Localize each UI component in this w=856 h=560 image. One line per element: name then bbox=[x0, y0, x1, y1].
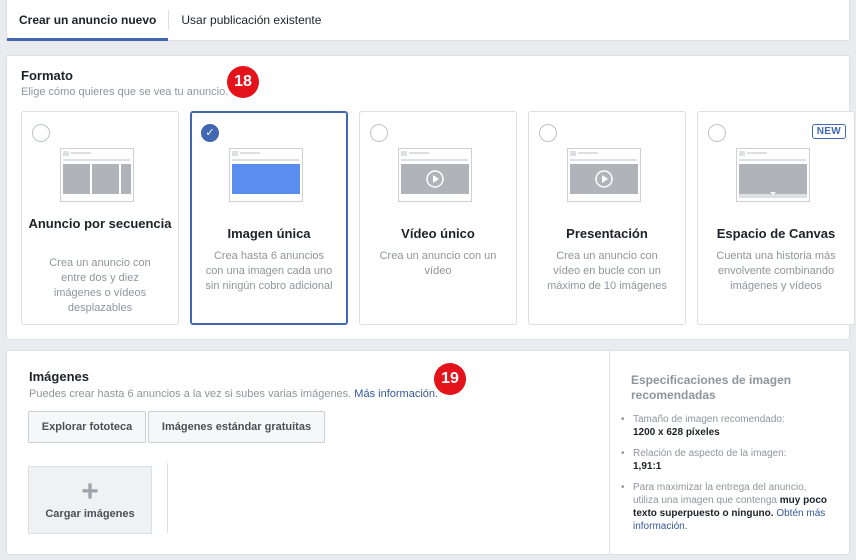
spec-item: Relación de aspecto de la imagen: 1,91:1 bbox=[621, 447, 831, 473]
format-cards: Anuncio por secuencia Crea un anuncio co… bbox=[21, 111, 855, 325]
spec-item: Tamaño de imagen recomendado: 1200 x 628… bbox=[621, 413, 831, 439]
spec-item: Para maximizar la entrega del anuncio, u… bbox=[621, 481, 831, 533]
specs-list: Tamaño de imagen recomendado: 1200 x 628… bbox=[621, 413, 831, 533]
single-video-thumbnail-icon bbox=[398, 148, 472, 202]
more-info-link[interactable]: Más información. bbox=[354, 388, 438, 400]
images-title: Imágenes bbox=[29, 369, 89, 384]
card-description: Crea un anuncio con vídeo en bucle con u… bbox=[547, 250, 667, 292]
format-header: Formato Elige cómo quieres que se vea tu… bbox=[21, 68, 228, 98]
card-title: Imagen única bbox=[227, 226, 311, 241]
format-title: Formato bbox=[21, 68, 73, 83]
new-badge: NEW bbox=[811, 124, 846, 139]
spec-value: 1,91:1 bbox=[633, 461, 662, 472]
carousel-thumbnail-icon bbox=[60, 148, 134, 202]
tab-create-new-ad[interactable]: Crear un anuncio nuevo bbox=[7, 0, 169, 41]
images-header: Imágenes Puedes crear hasta 6 anuncios a… bbox=[29, 369, 438, 400]
card-description: Crea hasta 6 anuncios con una imagen cad… bbox=[205, 250, 333, 292]
format-card-slideshow[interactable]: Presentación Crea un anuncio con vídeo e… bbox=[528, 111, 686, 325]
divider bbox=[167, 463, 168, 533]
tab-use-existing-post[interactable]: Usar publicación existente bbox=[169, 0, 333, 40]
images-subtitle: Puedes crear hasta 6 anuncios a la vez s… bbox=[29, 388, 438, 400]
image-specs: Especificaciones de imagen recomendadas … bbox=[621, 373, 831, 541]
format-card-single-video[interactable]: Vídeo único Crea un anuncio con un vídeo bbox=[359, 111, 517, 325]
browse-library-button[interactable]: Explorar fototeca bbox=[28, 411, 146, 443]
card-description: Crea un anuncio con entre dos y diez imá… bbox=[49, 257, 151, 314]
format-card-canvas[interactable]: NEW Espacio de Canvas Cuenta una histori… bbox=[697, 111, 855, 325]
spec-value: 1200 x 628 píxeles bbox=[633, 427, 720, 438]
card-description: Cuenta una historia más envolvente combi… bbox=[716, 250, 836, 292]
card-title: Espacio de Canvas bbox=[716, 226, 836, 241]
single-image-thumbnail-icon bbox=[229, 148, 303, 202]
upload-images-label: Cargar imágenes bbox=[45, 508, 135, 520]
slideshow-thumbnail-icon bbox=[567, 148, 641, 202]
card-title: Vídeo único bbox=[401, 226, 475, 241]
spec-label: Tamaño de imagen recomendado: bbox=[633, 414, 785, 425]
format-card-single-image[interactable]: ✓ Imagen única Crea hasta 6 anuncios con… bbox=[190, 111, 348, 325]
free-stock-images-button[interactable]: Imágenes estándar gratuitas bbox=[148, 411, 325, 443]
images-panel: Imágenes Puedes crear hasta 6 anuncios a… bbox=[6, 350, 850, 555]
card-title: Anuncio por secuencia bbox=[28, 216, 172, 231]
tab-bar: Crear un anuncio nuevo Usar publicación … bbox=[6, 0, 850, 41]
radio-button[interactable] bbox=[708, 124, 726, 142]
radio-button[interactable] bbox=[32, 124, 50, 142]
radio-button[interactable] bbox=[539, 124, 557, 142]
images-subtitle-text: Puedes crear hasta 6 anuncios a la vez s… bbox=[29, 388, 352, 400]
format-panel: Formato Elige cómo quieres que se vea tu… bbox=[6, 55, 855, 340]
specs-title: Especificaciones de imagen recomendadas bbox=[631, 373, 792, 402]
canvas-thumbnail-icon bbox=[736, 148, 810, 202]
radio-button[interactable] bbox=[370, 124, 388, 142]
card-title: Presentación bbox=[566, 226, 648, 241]
plus-icon: + bbox=[81, 475, 99, 508]
upload-images-button[interactable]: + Cargar imágenes bbox=[28, 466, 152, 534]
spec-label: Relación de aspecto de la imagen: bbox=[633, 448, 787, 459]
divider bbox=[609, 351, 610, 554]
step-badge-19: 19 bbox=[434, 363, 466, 395]
format-subtitle: Elige cómo quieres que se vea tu anuncio… bbox=[21, 86, 229, 98]
step-badge-18: 18 bbox=[227, 66, 259, 98]
card-description: Crea un anuncio con un vídeo bbox=[379, 250, 497, 277]
radio-button-checked[interactable]: ✓ bbox=[201, 124, 219, 142]
format-card-carousel[interactable]: Anuncio por secuencia Crea un anuncio co… bbox=[21, 111, 179, 325]
